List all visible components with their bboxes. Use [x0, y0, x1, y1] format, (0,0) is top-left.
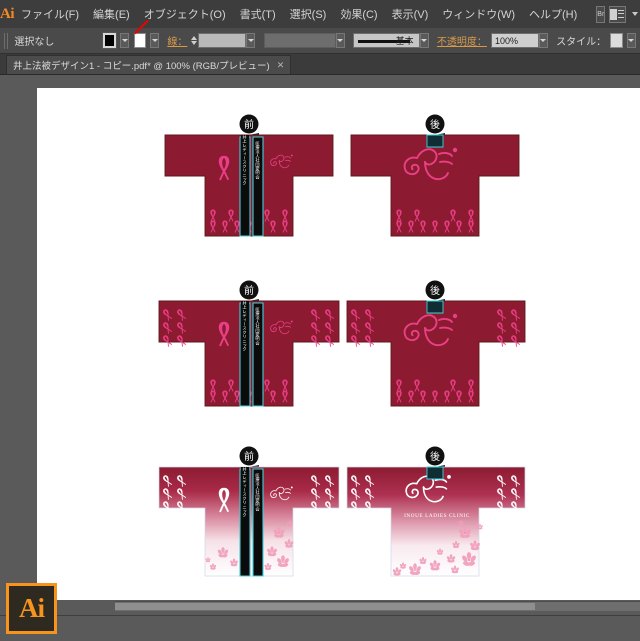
view-badge-back-label: 後: [430, 118, 440, 131]
coat-row1-front: 井上レディースクリニック 医療法人社団愛明会 前: [164, 114, 334, 237]
document-tab-bar: 井上法被デザイン1 - コピー.pdf* @ 100% (RGB/プレビュー) …: [0, 54, 640, 75]
collar-text-left: 医療法人社団愛明会: [255, 473, 261, 513]
view-badge-front-label: 前: [244, 118, 254, 131]
back-collar: [426, 466, 444, 480]
bridge-icon[interactable]: Br: [596, 5, 606, 23]
view-badge-back-label: 後: [430, 450, 440, 463]
control-bar-grip[interactable]: [4, 32, 9, 49]
control-bar: 選択なし 線： 基本 不透明度： 100% スタイル：: [0, 28, 640, 54]
coat-row2-back: 後: [346, 280, 526, 407]
collar-text-right: 井上レディースクリニック: [242, 466, 248, 518]
stroke-dropdown-icon[interactable]: [150, 33, 160, 48]
menu-select[interactable]: 選択(S): [283, 0, 334, 28]
view-badge-front-label: 前: [244, 284, 254, 297]
menu-effect[interactable]: 効果(C): [333, 0, 384, 28]
brush-definition-label: 基本: [395, 36, 414, 46]
graphic-style-swatch[interactable]: [610, 33, 623, 48]
style-label: スタイル：: [556, 37, 607, 48]
menu-type[interactable]: 書式(T): [233, 0, 283, 28]
illustrator-window: Ai ファイル(F) 編集(E) オブジェクト(O) 書式(T) 選択(S) 効…: [0, 0, 640, 641]
view-badge-back-label: 後: [430, 284, 440, 297]
close-icon[interactable]: ✕: [277, 60, 285, 71]
document-tab[interactable]: 井上法被デザイン1 - コピー.pdf* @ 100% (RGB/プレビュー) …: [6, 55, 292, 74]
artboard-canvas[interactable]: 井上レディースクリニック 医療法人社団愛明会 前 後 井上レディースクリニック …: [37, 88, 640, 600]
style-dropdown-icon[interactable]: [626, 33, 636, 48]
back-collar: [426, 134, 444, 148]
status-bar: [0, 615, 640, 641]
coat-row3-back: INOUE LADIES CLINIC 後: [346, 446, 526, 577]
stroke-color-swatch[interactable]: [133, 33, 146, 48]
menu-help[interactable]: ヘルプ(H): [522, 0, 584, 28]
stroke-weight-stepper[interactable]: [191, 36, 198, 45]
view-badge-front-label: 前: [244, 450, 254, 463]
coat-row2-front: 井上レディースクリニック 医療法人社団愛明会 前: [158, 280, 340, 407]
opacity-dropdown-icon[interactable]: [538, 33, 549, 48]
menu-window[interactable]: ウィンドウ(W): [435, 0, 522, 28]
menu-edit[interactable]: 編集(E): [86, 0, 137, 28]
document-tab-title: 井上法被デザイン1 - コピー.pdf* @ 100% (RGB/プレビュー): [13, 61, 270, 72]
stroke-label[interactable]: 線：: [167, 33, 187, 48]
collar-text-left: 医療法人社団愛明会: [255, 141, 261, 181]
coat-row1-back: 後: [350, 114, 520, 237]
menu-object[interactable]: オブジェクト(O): [137, 0, 233, 28]
coat-body: [346, 300, 526, 407]
menu-file[interactable]: ファイル(F): [14, 0, 86, 28]
horizontal-scrollbar[interactable]: [115, 601, 640, 611]
document-window: 井上レディースクリニック 医療法人社団愛明会 前 後 井上レディースクリニック …: [0, 75, 640, 615]
opacity-field[interactable]: 100%: [490, 33, 539, 48]
selection-status-label: 選択なし: [14, 37, 55, 48]
collar-text-right: 井上レディースクリニック: [242, 300, 248, 352]
collar-text-left: 医療法人社団愛明会: [255, 307, 261, 347]
stroke-weight-field[interactable]: [198, 33, 247, 48]
fill-color-swatch[interactable]: [102, 32, 118, 49]
happi-design-artwork: 井上レディースクリニック 医療法人社団愛明会 前 後 井上レディースクリニック …: [158, 114, 526, 577]
chevron-down-icon[interactable]: [632, 12, 639, 16]
menu-bar: Ai ファイル(F) 編集(E) オブジェクト(O) 書式(T) 選択(S) 効…: [0, 0, 640, 29]
back-logo-text: INOUE LADIES CLINIC: [404, 513, 470, 519]
stroke-profile-dropdown-icon[interactable]: [335, 33, 345, 48]
app-logo-icon: Ai: [0, 5, 15, 22]
collar-text-right: 井上レディースクリニック: [242, 134, 248, 186]
menu-view[interactable]: 表示(V): [385, 0, 436, 28]
fill-dropdown-icon[interactable]: [120, 33, 130, 48]
stroke-weight-dropdown-icon[interactable]: [246, 33, 256, 48]
brush-definition-field[interactable]: 基本: [352, 33, 420, 48]
illustrator-app-icon[interactable]: Ai: [6, 583, 57, 634]
arrange-documents-icon[interactable]: [609, 5, 627, 23]
opacity-label[interactable]: 不透明度：: [437, 33, 487, 48]
coat-body-gradient: [346, 466, 526, 577]
back-collar: [426, 300, 444, 314]
stroke-profile-field[interactable]: [263, 33, 336, 48]
horizontal-scrollbar-thumb[interactable]: [115, 603, 535, 610]
brush-dropdown-icon[interactable]: [419, 33, 429, 48]
coat-row3-front: 井上レディースクリニック 医療法人社団愛明会 前: [158, 446, 340, 577]
